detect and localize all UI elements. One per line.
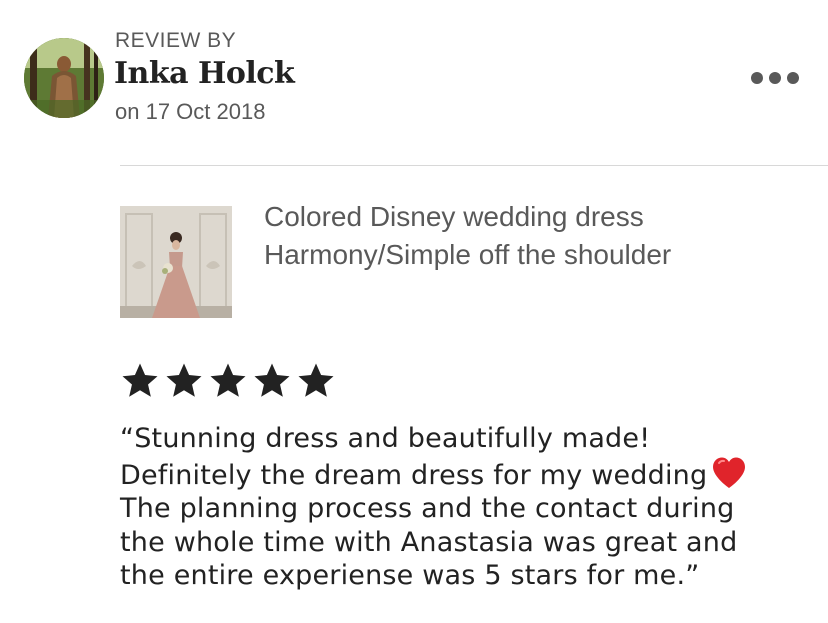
- reviewer-name[interactable]: Inka Holck: [114, 56, 295, 91]
- product-title[interactable]: Colored Disney wedding dress Harmony/Sim…: [264, 198, 804, 274]
- product-title-line: Harmony/Simple off the shoulder: [264, 239, 672, 270]
- more-options-icon: [751, 72, 763, 84]
- reviewer-avatar[interactable]: [24, 38, 104, 118]
- more-options-button[interactable]: [745, 64, 805, 92]
- product-title-line: Colored Disney wedding dress: [264, 201, 644, 232]
- star-rating: [119, 360, 337, 402]
- review-line-with-emoji: Definitely the dream dress for my weddin…: [120, 456, 800, 493]
- review-date: on 17 Oct 2018: [115, 99, 266, 124]
- review-by-label: REVIEW BY: [115, 29, 237, 52]
- review-line: the entire experiense was 5 stars for me…: [120, 560, 700, 591]
- more-options-icon-dot: [787, 72, 799, 84]
- star-icon: [122, 363, 158, 397]
- review-line: the whole time with Anastasia was great …: [120, 526, 738, 558]
- star-icon: [298, 363, 334, 397]
- product-photo-icon: [120, 206, 232, 318]
- product-thumbnail[interactable]: [120, 206, 232, 318]
- review-line: Definitely the dream dress for my weddin…: [120, 459, 708, 491]
- red-heart-icon: [713, 457, 746, 488]
- divider: [120, 165, 828, 166]
- review-line: The planning process and the contact dur…: [120, 493, 735, 524]
- more-options-icon-dot: [769, 72, 781, 84]
- review-text: “Stunning dress and beautifully made! De…: [120, 422, 800, 593]
- review-line: “Stunning dress and beautifully made!: [120, 423, 651, 454]
- star-icon: [166, 363, 202, 397]
- star-icon: [210, 363, 246, 397]
- star-icon: [254, 363, 290, 397]
- avatar-photo-icon: [24, 38, 104, 118]
